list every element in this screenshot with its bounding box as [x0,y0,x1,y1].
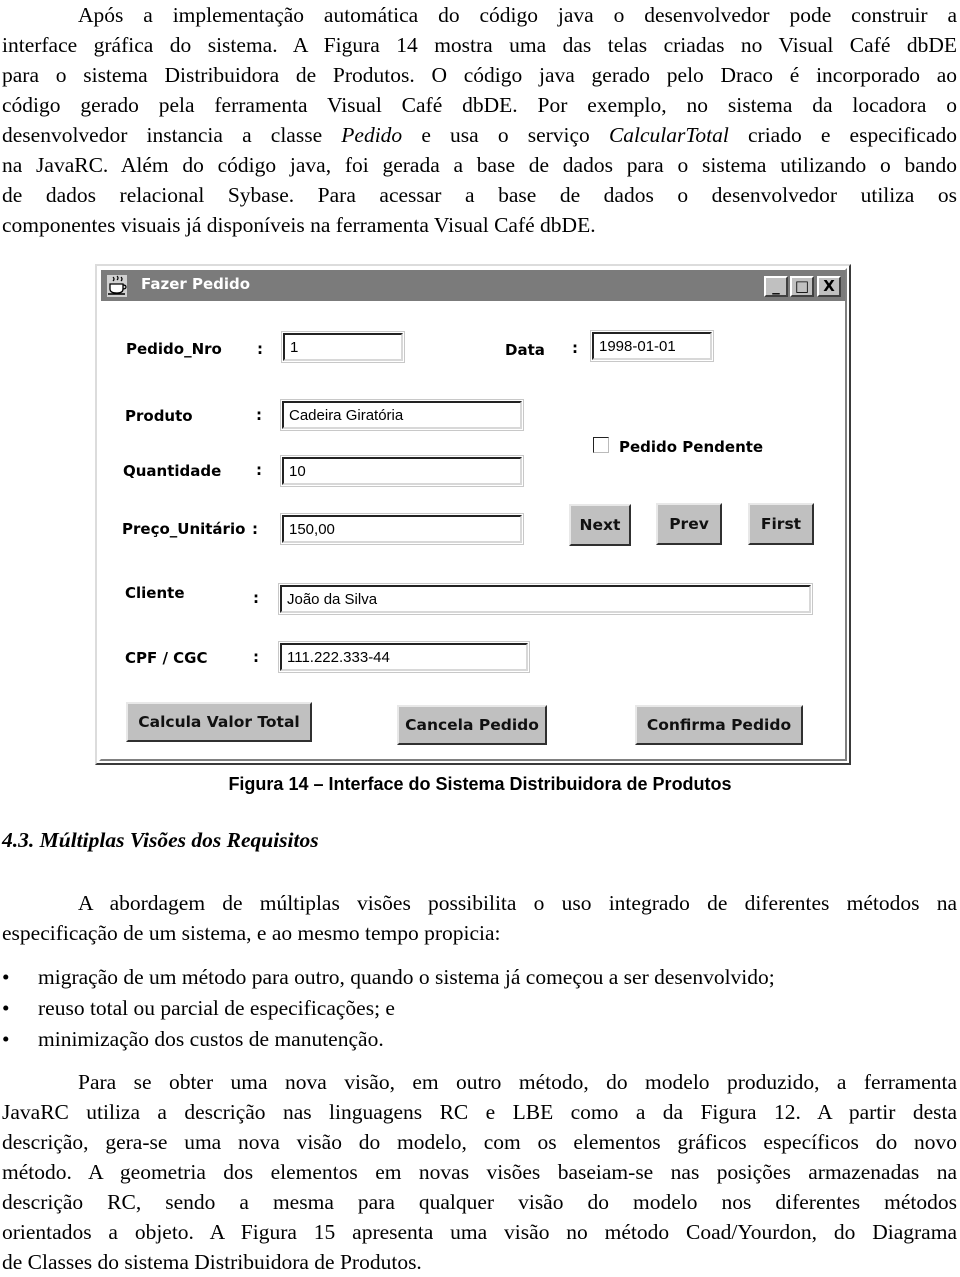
next-button[interactable]: Next [569,504,631,546]
pedido-nro-input[interactable] [281,331,405,363]
figure-caption: Figura 14 – Interface do Sistema Distrib… [228,774,732,794]
quantidade-input[interactable] [280,455,524,487]
confirma-pedido-button[interactable]: Confirma Pedido [635,705,803,745]
text-line: orientados a objeto. A Figura 15 apresen… [2,1220,957,1244]
text-line: A abordagem de múltiplas visões possibil… [78,891,957,915]
text-line: JavaRC utiliza a descrição nas linguagen… [2,1100,957,1124]
minimize-icon: _ [772,277,780,295]
colon: : [253,648,259,666]
preco-unitario-input[interactable] [280,513,524,545]
pedido-pendente-checkbox[interactable] [593,437,609,453]
first-button[interactable]: First [748,503,814,545]
maximize-icon: □ [794,277,810,295]
text-line: descrição, gera-se uma nova visão do mod… [2,1130,957,1154]
text-line: na JavaRC. Além do código java, foi gera… [2,153,957,177]
text: desenvolvedor instancia a classe [2,123,342,147]
list-item: • migração de um método para outro, quand… [0,962,775,993]
colon: : [253,589,259,607]
cpf-cgc-input[interactable] [278,641,530,673]
list-item-text: reuso total ou parcial de especificações… [38,996,395,1020]
text-line: de dados relacional Sybase. Para acessar… [2,183,957,207]
cpf-cgc-label: CPF / CGC [125,649,208,667]
bullet-icon: • [2,996,10,1020]
text-line: método. A geometria dos elementos em nov… [2,1160,957,1184]
text-line: Após a implementação automática do códig… [78,3,957,27]
list-item: • minimização dos custos de manutenção. [0,1024,775,1055]
section-paragraph: A abordagem de múltiplas visões possibil… [2,888,957,948]
minimize-button[interactable]: _ [764,276,788,297]
text-line: desenvolvedor instancia a classe Pedido … [2,120,957,150]
list-item-text: minimização dos custos de manutenção. [38,1027,384,1051]
list-item-text: migração de um método para outro, quando… [38,965,775,989]
data-input[interactable] [590,330,714,362]
text: criado e especificado [728,123,957,147]
quantidade-label: Quantidade [123,462,222,480]
text-line: especificação de um sistema, e ao mesmo … [2,921,501,945]
colon: : [257,340,263,358]
bullet-list: • migração de um método para outro, quand… [0,962,775,1055]
cancela-pedido-button[interactable]: Cancela Pedido [397,705,547,745]
close-button[interactable]: X [817,276,841,297]
cliente-label: Cliente [125,584,185,602]
colon: : [256,406,262,424]
bullet-icon: • [2,1027,10,1051]
produto-label: Produto [125,407,193,425]
text-line: Para se obter uma nova visão, em outro m… [78,1070,957,1094]
class-name-pedido: Pedido [341,123,403,147]
text-line: descrição RC, sendo a mesma para qualque… [2,1190,957,1214]
section-heading: 4.3. Múltiplas Visões dos Requisitos [2,828,319,852]
text-line: componentes visuais já disponíveis na fe… [2,213,596,237]
title-bar[interactable]: Fazer Pedido _ □ X [101,270,845,301]
text: e usa o serviço [402,123,609,147]
service-name-calculartotal: CalcularTotal [608,123,729,147]
data-label: Data [505,341,545,359]
java-cup-icon [107,275,127,297]
pedido-nro-label: Pedido_Nro [126,340,222,358]
pedido-pendente-label[interactable]: Pedido Pendente [619,438,763,456]
close-icon: X [823,277,835,295]
colon: : [256,461,262,479]
produto-input[interactable] [280,399,524,431]
cliente-input[interactable] [278,583,813,615]
text-line: interface gráfica do sistema. A Figura 1… [2,33,957,57]
list-item: • reuso total ou parcial de especificaçõe… [0,993,775,1024]
calcula-valor-total-button[interactable]: Calcula Valor Total [126,702,312,742]
preco-unitario-label: Preço_Unitário [122,520,246,538]
maximize-button[interactable]: □ [790,276,814,297]
bullet-icon: • [2,965,10,989]
colon: : [572,339,578,357]
closing-paragraph: Para se obter uma nova visão, em outro m… [2,1067,957,1277]
window-title: Fazer Pedido [141,275,251,293]
text-line: para o sistema Distribuidora de Produtos… [2,63,957,87]
text-line: código gerado pela ferramenta Visual Caf… [2,93,957,117]
intro-paragraph: Após a implementação automática do códig… [2,0,957,240]
prev-button[interactable]: Prev [656,503,722,545]
colon: : [252,520,258,538]
fazer-pedido-window: Fazer Pedido _ □ X Pedido_Nro : Data : P… [95,264,851,765]
text-line: de Classes do sistema Distribuidora de P… [2,1250,422,1274]
